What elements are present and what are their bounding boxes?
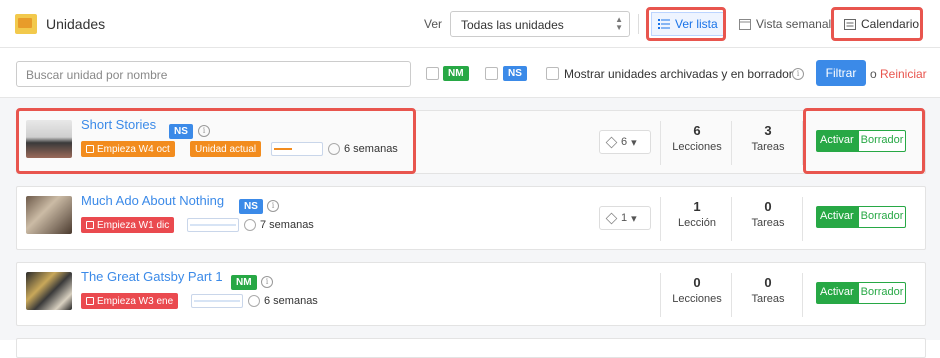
duration-label: 7 semanas	[260, 219, 314, 231]
clock-icon	[248, 295, 260, 307]
lessons-count: 6	[693, 123, 701, 138]
select-arrows-icon: ▲ ▼	[615, 15, 623, 32]
unit-card[interactable]: Much Ado About Nothing NS i Empieza W1 d…	[16, 186, 926, 250]
search-input[interactable]: Buscar unidad por nombre	[16, 61, 411, 87]
activate-button[interactable]: Activar	[816, 206, 858, 228]
reset-link[interactable]: Reiniciar	[880, 67, 927, 81]
tasks-label: Tareas	[751, 217, 785, 229]
unit-thumbnail	[26, 272, 72, 310]
weekly-view-button[interactable]: Vista semanal	[733, 12, 837, 36]
ns-checkbox[interactable]	[485, 67, 498, 80]
unit-filter-select[interactable]: Todas las unidades ▲ ▼	[450, 11, 630, 37]
activate-button[interactable]: Activar	[816, 282, 858, 304]
start-week-label: Empieza W1 dic	[97, 219, 170, 231]
unit-progress-bar	[191, 294, 243, 308]
chevron-down-icon: ▾	[631, 212, 637, 225]
weekly-view-label: Vista semanal	[756, 17, 832, 31]
show-archived-label: Mostrar unidades archivadas y en borrado…	[564, 67, 793, 81]
unit-title[interactable]: The Great Gatsby Part 1	[81, 269, 223, 284]
info-icon[interactable]: i	[792, 68, 804, 80]
status-toggle: Activar Borrador	[816, 282, 907, 304]
unit-card-partial	[16, 338, 926, 358]
lessons-label: Lecciones	[672, 141, 722, 153]
info-icon[interactable]: i	[261, 276, 273, 288]
highlight-calendar-view	[831, 7, 923, 41]
lessons-count: 0	[693, 275, 701, 290]
clock-icon	[244, 219, 256, 231]
lessons-label: Lecciones	[672, 293, 722, 305]
layers-dropdown[interactable]: 1 ▾	[599, 206, 651, 230]
tasks-label: Tareas	[751, 293, 785, 305]
layers-icon	[605, 212, 618, 224]
show-archived-checkbox[interactable]	[546, 67, 559, 80]
level-badge: NS	[239, 199, 263, 214]
lessons-count: 1	[693, 199, 701, 214]
filter-button[interactable]: Filtrar	[816, 60, 866, 86]
units-logo-icon	[15, 14, 37, 34]
start-week-label: Empieza W3 ene	[97, 295, 174, 307]
layers-dropdown[interactable]: 6 ▾	[599, 130, 651, 154]
or-label: o	[870, 67, 877, 81]
draft-button[interactable]: Borrador	[857, 206, 907, 228]
chevron-down-icon: ▾	[631, 136, 637, 149]
highlight-list-view	[646, 7, 726, 41]
tasks-count: 0	[764, 275, 772, 290]
divider	[802, 273, 803, 317]
tasks-count: 3	[764, 123, 772, 138]
info-icon[interactable]: i	[267, 200, 279, 212]
unit-title[interactable]: Much Ado About Nothing	[81, 193, 224, 208]
ns-tag: NS	[503, 66, 527, 81]
calendar-week-icon	[739, 19, 751, 30]
calendar-icon	[86, 297, 94, 305]
nm-checkbox[interactable]	[426, 67, 439, 80]
layers-count: 1	[621, 212, 628, 224]
view-select-label: Ver	[424, 17, 443, 31]
lessons-label: Lección	[678, 217, 716, 229]
nm-tag: NM	[443, 66, 469, 81]
highlight-unit-info	[16, 108, 416, 174]
layers-count: 6	[621, 136, 628, 148]
header-bar: Unidades Ver Todas las unidades ▲ ▼ Ver l…	[0, 0, 940, 48]
page-title: Unidades	[46, 16, 106, 32]
unit-card[interactable]: The Great Gatsby Part 1 NM i Empieza W3 …	[16, 262, 926, 326]
divider	[802, 197, 803, 241]
unit-thumbnail	[26, 196, 72, 234]
tasks-count: 0	[764, 199, 772, 214]
progress-fill	[190, 224, 236, 226]
start-week-chip: Empieza W1 dic	[81, 217, 175, 233]
divider	[638, 14, 639, 34]
start-week-chip: Empieza W3 ene	[81, 293, 179, 309]
calendar-icon	[86, 221, 94, 229]
status-toggle: Activar Borrador	[816, 206, 907, 228]
highlight-status-toggle	[803, 108, 925, 174]
tasks-label: Tareas	[751, 141, 785, 153]
duration-label: 6 semanas	[264, 295, 318, 307]
filter-bar: Buscar unidad por nombre NM NS Mostrar u…	[0, 48, 940, 98]
layers-icon	[605, 136, 618, 148]
level-badge: NM	[231, 275, 257, 290]
unit-progress-bar	[187, 218, 239, 232]
units-list: Short Stories NS i Empieza W4 oct Unidad…	[0, 98, 940, 358]
draft-button[interactable]: Borrador	[857, 282, 907, 304]
progress-fill	[194, 300, 240, 302]
unit-filter-select-value: Todas las unidades	[461, 18, 564, 32]
